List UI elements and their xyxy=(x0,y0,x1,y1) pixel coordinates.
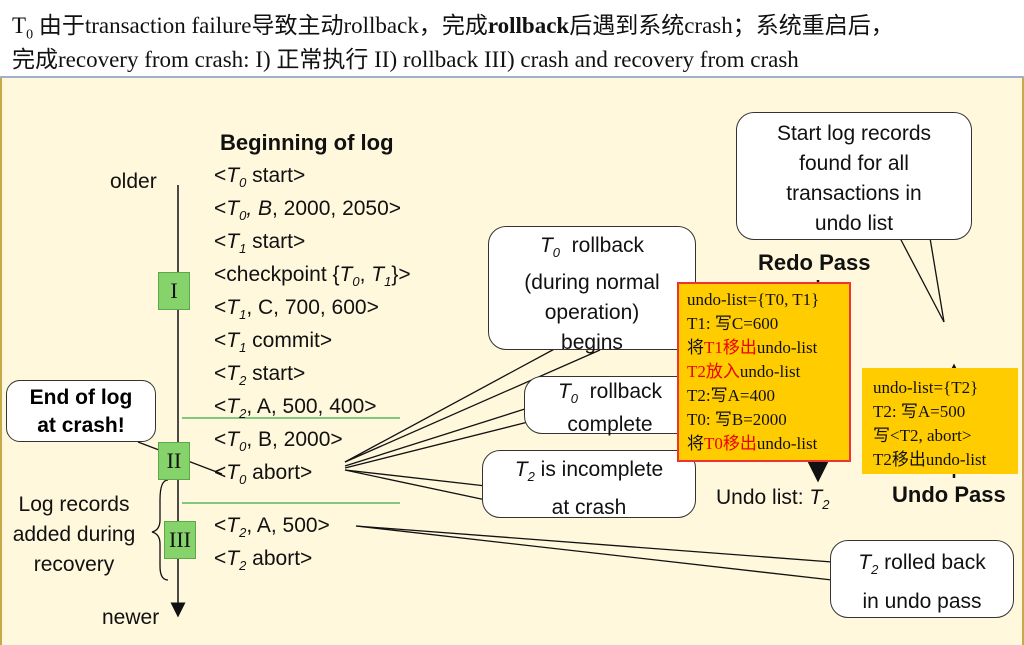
log-record: <T1, C, 700, 600> xyxy=(214,296,379,323)
log-record: <T0, B, 2000> xyxy=(214,428,343,455)
header-line-2: 完成recovery from crash: I) 正常执行 II) rollb… xyxy=(12,47,799,72)
undo-line: T2移出undo-list xyxy=(873,450,987,469)
redo-line: T1: 写C=600 xyxy=(687,314,779,333)
callout-start-records: Start log records found for all transact… xyxy=(736,112,972,240)
log-title: Beginning of log xyxy=(220,130,394,155)
redo-pass-box: undo-list={T0, T1} T1: 写C=600 将T1移出undo-… xyxy=(677,282,851,462)
callout-t0-rollback-complete: T0 rollback complete xyxy=(524,376,696,436)
undo-pass-title: Undo Pass xyxy=(892,482,1006,507)
undo-line: undo-list={T2} xyxy=(873,378,979,397)
redo-line: T2:写A=400 xyxy=(687,386,775,405)
redo-line: 将T1移出undo-list xyxy=(687,338,818,357)
header-rule xyxy=(0,76,1024,78)
label-older: older xyxy=(110,170,157,193)
undo-pass-box: undo-list={T2} T2: 写A=500 写<T2, abort> T… xyxy=(862,368,1018,474)
label-newer: newer xyxy=(102,606,160,629)
phase-label-1: I xyxy=(158,272,190,310)
log-record: <T0, B, 2000, 2050> xyxy=(214,197,402,224)
redo-pass-title: Redo Pass xyxy=(758,250,871,275)
phase-label-3: III xyxy=(164,521,196,559)
log-record: <T2, A, 500> xyxy=(214,514,330,541)
log-record: <T1 start> xyxy=(214,230,306,257)
undo-line: T2: 写A=500 xyxy=(873,402,966,421)
callout-t0-rollback-begins: T0 rollback (during normal operation) be… xyxy=(488,226,696,354)
header-line-1: T0 由于transaction failure导致主动rollback，完成r… xyxy=(12,13,894,43)
log-record: <T1 commit> xyxy=(214,329,333,356)
callout-t2-rolled-back: T2 rolled back in undo pass xyxy=(830,540,1014,618)
end-of-log-callout: End of log at crash! xyxy=(6,380,156,442)
log-record: <checkpoint {T0, T1}> xyxy=(214,263,411,290)
redo-line: T2放入undo-list xyxy=(687,362,801,381)
log-record: <T2 start> xyxy=(214,362,306,389)
redo-line: undo-list={T0, T1} xyxy=(687,290,820,309)
undo-line: 写<T2, abort> xyxy=(873,426,972,445)
log-record: <T0 abort> xyxy=(214,461,313,488)
log-record: <T2 abort> xyxy=(214,547,313,574)
callout-t2-incomplete: T2 is incomplete at crash xyxy=(482,450,696,519)
redo-line: T0: 写B=2000 xyxy=(687,410,787,429)
slide-header: T0 由于transaction failure导致主动rollback，完成r… xyxy=(0,0,1024,78)
added-records-label: Log records added during recovery xyxy=(12,493,136,576)
log-record: <T0 start> xyxy=(214,164,306,191)
slide-border-left xyxy=(0,78,2,645)
log-record: <T2, A, 500, 400> xyxy=(214,395,377,422)
undo-list-label: Undo list: T2 xyxy=(716,486,830,513)
redo-line: 将T0移出undo-list xyxy=(687,434,818,453)
phase-label-2: II xyxy=(158,442,190,480)
